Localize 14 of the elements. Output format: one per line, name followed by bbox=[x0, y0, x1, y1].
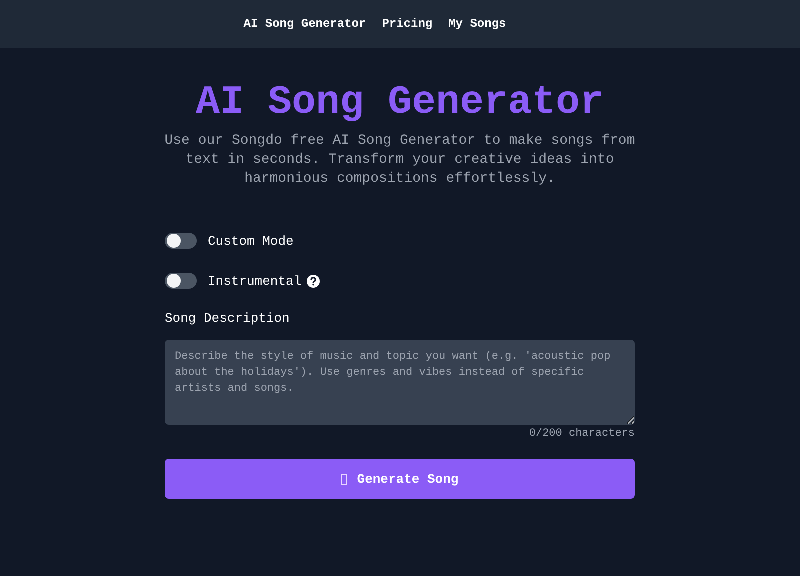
character-counter: 0/200 characters bbox=[528, 428, 635, 440]
field-label: Song Description bbox=[165, 311, 291, 326]
toggle-switch[interactable] bbox=[165, 273, 197, 289]
toggle-label: Custom Mode bbox=[208, 234, 294, 248]
help-icon[interactable] bbox=[306, 274, 320, 288]
page-title: AI Song Generator bbox=[196, 82, 604, 126]
toggle-switch[interactable] bbox=[165, 233, 197, 249]
nav-link[interactable]: My Songs bbox=[448, 17, 506, 31]
subtitle: Use our Songdo free AI Song Generator to make songs from text in seconds. Transform your creative ideas into harmonious compositions effortlessly. bbox=[164, 132, 636, 189]
toggle-label: Instrumental bbox=[208, 274, 302, 288]
generate-button[interactable]: Generate Song bbox=[165, 459, 635, 499]
description-field[interactable]: Describe the style of music and topic you want (e.g. 'acoustic pop about the holidays'). Use genres and vibes instead of specific artists and songs. bbox=[165, 340, 635, 425]
nav-link[interactable]: Pricing bbox=[382, 17, 433, 31]
nav-link[interactable]: AI Song Generator bbox=[244, 17, 366, 31]
